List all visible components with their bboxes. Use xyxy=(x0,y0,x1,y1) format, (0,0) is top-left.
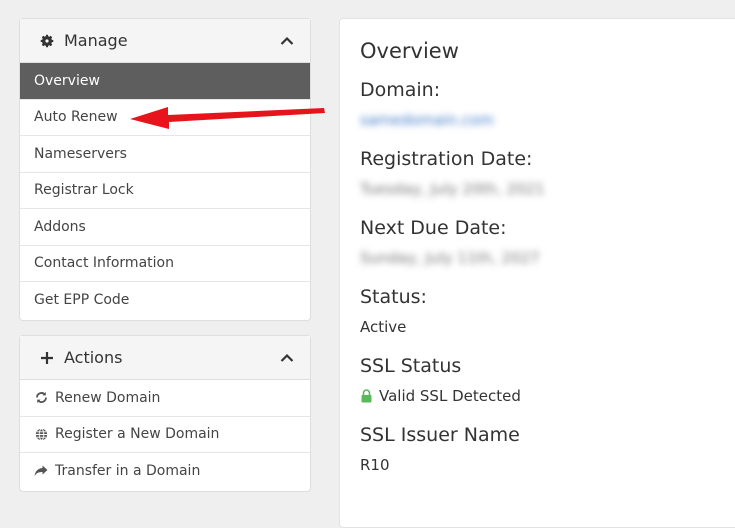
share-icon xyxy=(34,464,48,478)
status-label: Status: xyxy=(360,286,427,308)
sidebar-item-label: Registrar Lock xyxy=(34,182,134,199)
sidebar-item-nameservers[interactable]: Nameservers xyxy=(20,136,310,173)
sidebar-item-label: Addons xyxy=(34,218,86,235)
actions-menu: Renew Domain Register a New Domain Trans… xyxy=(20,380,310,490)
actions-panel-title: Actions xyxy=(64,348,123,367)
actions-panel: Actions Renew Domain Register a New Doma… xyxy=(19,335,311,492)
action-transfer-domain[interactable]: Transfer in a Domain xyxy=(20,453,310,490)
sidebar-item-overview[interactable]: Overview xyxy=(20,63,310,100)
ssl-status-value: Valid SSL Detected xyxy=(360,385,735,407)
status-value: Active xyxy=(360,318,407,336)
ssl-issuer-value: R10 xyxy=(360,456,390,474)
action-label: Renew Domain xyxy=(55,389,161,406)
ssl-status-label: SSL Status xyxy=(360,355,462,377)
sidebar-item-label: Contact Information xyxy=(34,255,174,272)
sidebar-item-label: Nameservers xyxy=(34,145,127,162)
domain-value[interactable]: samedomain.com xyxy=(360,109,735,131)
manage-panel-heading[interactable]: Manage xyxy=(20,19,310,63)
sidebar-item-addons[interactable]: Addons xyxy=(20,209,310,246)
next-due-date-value: Sunday, July 11th, 2027 xyxy=(360,247,735,269)
action-register-new-domain[interactable]: Register a New Domain xyxy=(20,417,310,453)
manage-panel: Manage Overview Auto Renew Nameservers R… xyxy=(19,18,311,321)
action-label: Transfer in a Domain xyxy=(55,463,201,480)
domain-label: Domain: xyxy=(360,79,441,101)
globe-icon xyxy=(34,427,48,441)
page-title: Overview xyxy=(360,39,459,63)
domain-link[interactable]: samedomain.com xyxy=(360,111,494,129)
action-renew-domain[interactable]: Renew Domain xyxy=(20,380,310,417)
chevron-up-icon[interactable] xyxy=(278,32,296,50)
annotation-arrow xyxy=(130,107,325,129)
actions-panel-heading[interactable]: Actions xyxy=(20,336,310,380)
sidebar-item-contact-information[interactable]: Contact Information xyxy=(20,246,310,282)
registration-date-value: Tuesday, July 20th, 2021 xyxy=(360,178,735,200)
sidebar-item-registrar-lock[interactable]: Registrar Lock xyxy=(20,173,310,209)
next-due-date-text: Sunday, July 11th, 2027 xyxy=(360,249,540,267)
ssl-issuer-label: SSL Issuer Name xyxy=(360,424,520,446)
registration-date-label: Registration Date: xyxy=(360,148,533,170)
lock-icon xyxy=(361,389,372,403)
overview-panel: Overview Domain: samedomain.com Registra… xyxy=(339,18,735,528)
gear-icon xyxy=(38,32,56,50)
sidebar-item-label: Auto Renew xyxy=(34,109,118,126)
chevron-up-icon[interactable] xyxy=(278,349,296,367)
manage-panel-title: Manage xyxy=(64,31,128,50)
sidebar-item-label: Overview xyxy=(34,72,100,89)
sidebar-item-get-epp-code[interactable]: Get EPP Code xyxy=(20,282,310,319)
refresh-icon xyxy=(34,391,48,405)
ssl-status-text: Valid SSL Detected xyxy=(379,387,521,405)
sidebar-item-label: Get EPP Code xyxy=(34,292,130,309)
next-due-date-label: Next Due Date: xyxy=(360,217,507,239)
plus-icon xyxy=(38,349,56,367)
action-label: Register a New Domain xyxy=(55,426,220,443)
registration-date-text: Tuesday, July 20th, 2021 xyxy=(360,180,545,198)
